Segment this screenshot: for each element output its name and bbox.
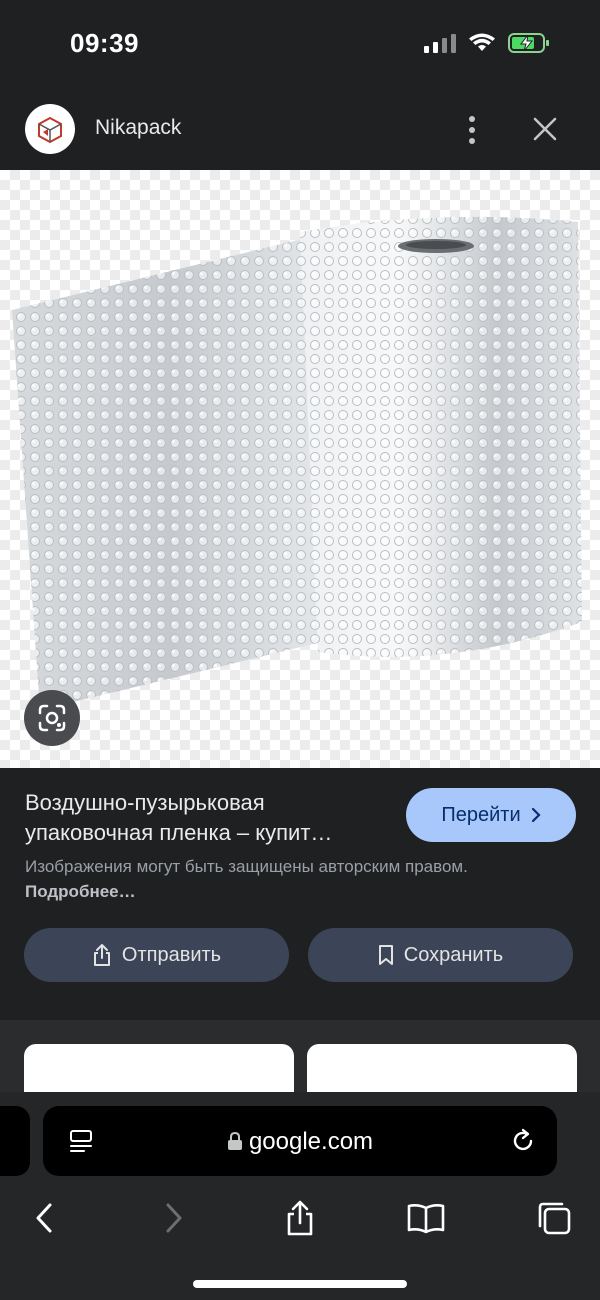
bookmarks-icon bbox=[407, 1204, 445, 1234]
save-button[interactable]: Сохранить bbox=[308, 928, 573, 982]
browser-toolbar: google.com bbox=[0, 1092, 600, 1300]
related-images bbox=[0, 1020, 600, 1100]
previous-tab-peek[interactable] bbox=[0, 1106, 30, 1176]
browser-share-button[interactable] bbox=[280, 1198, 320, 1238]
result-title-line1: Воздушно-пузырьковая bbox=[25, 790, 265, 815]
chevron-right-icon bbox=[531, 807, 541, 823]
google-lens-icon bbox=[38, 704, 66, 732]
battery-charging-icon bbox=[508, 33, 549, 53]
image-preview[interactable] bbox=[0, 170, 600, 768]
reload-icon[interactable] bbox=[509, 1127, 537, 1155]
visit-button-label: Перейти bbox=[441, 803, 521, 826]
url-display[interactable]: google.com bbox=[43, 1128, 557, 1156]
address-bar[interactable]: google.com bbox=[43, 1106, 557, 1176]
site-name[interactable]: Nikapack bbox=[95, 116, 181, 140]
cellular-signal-icon bbox=[424, 34, 456, 53]
site-logo-icon[interactable] bbox=[25, 104, 75, 154]
bubble-wrap-roll-image bbox=[12, 216, 582, 710]
copyright-note: Изображения могут быть защищены авторски… bbox=[25, 854, 475, 904]
share-icon bbox=[93, 944, 110, 966]
wifi-icon bbox=[469, 33, 495, 51]
lock-icon bbox=[227, 1131, 242, 1150]
forward-icon bbox=[166, 1203, 182, 1233]
share-button-label: Отправить bbox=[121, 943, 222, 966]
tabs-icon bbox=[538, 1202, 571, 1235]
share-icon bbox=[287, 1200, 313, 1236]
back-icon bbox=[36, 1203, 52, 1233]
more-vert-icon[interactable] bbox=[460, 112, 484, 148]
save-button-label: Сохранить bbox=[403, 943, 504, 966]
copyright-text: Изображения могут быть защищены авторски… bbox=[25, 857, 468, 876]
result-title[interactable]: Воздушно-пузырьковая упаковочная пленка … bbox=[25, 788, 395, 848]
bookmark-icon bbox=[378, 945, 393, 965]
learn-more-link[interactable]: Подробнее… bbox=[25, 882, 136, 901]
result-title-line2: упаковочная пленка – купит… bbox=[25, 820, 333, 845]
tabs-button[interactable] bbox=[534, 1198, 574, 1238]
result-info-panel: Воздушно-пузырьковая упаковочная пленка … bbox=[0, 768, 600, 1008]
bookmarks-button[interactable] bbox=[406, 1198, 446, 1238]
visit-button[interactable]: Перейти bbox=[406, 788, 576, 842]
google-lens-button[interactable] bbox=[24, 690, 80, 746]
home-indicator[interactable] bbox=[193, 1280, 407, 1288]
close-icon[interactable] bbox=[530, 114, 560, 144]
forward-button[interactable] bbox=[154, 1198, 194, 1238]
share-button[interactable]: Отправить bbox=[24, 928, 289, 982]
back-button[interactable] bbox=[24, 1198, 64, 1238]
url-text: google.com bbox=[248, 1128, 374, 1155]
status-bar: 09:39 bbox=[0, 0, 600, 90]
site-header: Nikapack bbox=[0, 90, 600, 170]
status-time: 09:39 bbox=[70, 28, 139, 58]
status-icons bbox=[424, 32, 550, 54]
